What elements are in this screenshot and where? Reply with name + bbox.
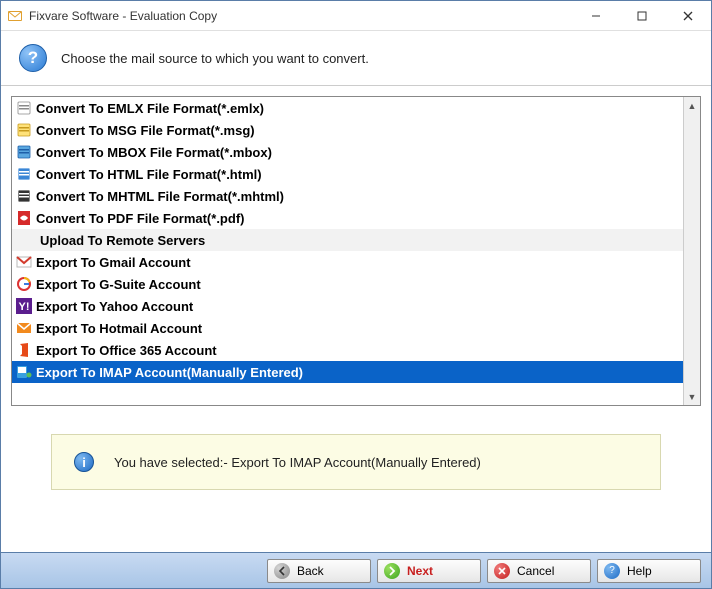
svg-text:Y!: Y! bbox=[19, 301, 30, 313]
list-item-msg[interactable]: Convert To MSG File Format(*.msg) bbox=[12, 119, 683, 141]
list-item-label: Convert To PDF File Format(*.pdf) bbox=[36, 211, 244, 226]
list-item-emlx[interactable]: Convert To EMLX File Format(*.emlx) bbox=[12, 97, 683, 119]
list-item-gsuite[interactable]: Export To G-Suite Account bbox=[12, 273, 683, 295]
yahoo-icon: Y! bbox=[16, 298, 32, 314]
format-list-container: Convert To EMLX File Format(*.emlx) Conve… bbox=[11, 96, 701, 406]
maximize-button[interactable] bbox=[619, 1, 665, 30]
list-item-gmail[interactable]: Export To Gmail Account bbox=[12, 251, 683, 273]
format-list[interactable]: Convert To EMLX File Format(*.emlx) Conve… bbox=[12, 97, 683, 405]
close-button[interactable] bbox=[665, 1, 711, 30]
list-item-mbox[interactable]: Convert To MBOX File Format(*.mbox) bbox=[12, 141, 683, 163]
pdf-icon bbox=[16, 210, 32, 226]
list-item-label: Export To Gmail Account bbox=[36, 255, 191, 270]
o365-icon bbox=[16, 342, 32, 358]
list-item-label: Convert To HTML File Format(*.html) bbox=[36, 167, 262, 182]
list-item-label: Convert To MHTML File Format(*.mhtml) bbox=[36, 189, 284, 204]
list-item-hotmail[interactable]: Export To Hotmail Account bbox=[12, 317, 683, 339]
cancel-label: Cancel bbox=[517, 564, 554, 578]
next-label: Next bbox=[407, 564, 433, 578]
mhtml-icon bbox=[16, 188, 32, 204]
html-icon bbox=[16, 166, 32, 182]
list-item-label: Export To Yahoo Account bbox=[36, 299, 193, 314]
list-item-label: Export To G-Suite Account bbox=[36, 277, 201, 292]
help-button[interactable]: ? Help bbox=[597, 559, 701, 583]
status-prefix: You have selected:- bbox=[114, 455, 231, 470]
scroll-down-icon[interactable]: ▼ bbox=[686, 390, 699, 403]
window-controls bbox=[573, 1, 711, 30]
next-button[interactable]: Next bbox=[377, 559, 481, 583]
scroll-up-icon[interactable]: ▲ bbox=[686, 99, 699, 112]
list-item-label: Export To Hotmail Account bbox=[36, 321, 202, 336]
titlebar: Fixvare Software - Evaluation Copy bbox=[1, 1, 711, 31]
help-label: Help bbox=[627, 564, 652, 578]
next-arrow-icon bbox=[384, 563, 400, 579]
app-window: Fixvare Software - Evaluation Copy ? Cho… bbox=[0, 0, 712, 589]
back-arrow-icon bbox=[274, 563, 290, 579]
cancel-x-icon bbox=[494, 563, 510, 579]
list-item-label: Convert To EMLX File Format(*.emlx) bbox=[36, 101, 264, 116]
list-item-html[interactable]: Convert To HTML File Format(*.html) bbox=[12, 163, 683, 185]
instruction-text: Choose the mail source to which you want… bbox=[61, 51, 369, 66]
instruction-bar: ? Choose the mail source to which you wa… bbox=[1, 31, 711, 85]
cancel-button[interactable]: Cancel bbox=[487, 559, 591, 583]
question-icon: ? bbox=[19, 44, 47, 72]
window-title: Fixvare Software - Evaluation Copy bbox=[29, 9, 573, 23]
list-item-mhtml[interactable]: Convert To MHTML File Format(*.mhtml) bbox=[12, 185, 683, 207]
list-item-yahoo[interactable]: Y! Export To Yahoo Account bbox=[12, 295, 683, 317]
list-item-label: Convert To MBOX File Format(*.mbox) bbox=[36, 145, 272, 160]
emlx-icon bbox=[16, 100, 32, 116]
back-button[interactable]: Back bbox=[267, 559, 371, 583]
list-item-label: Convert To MSG File Format(*.msg) bbox=[36, 123, 255, 138]
status-box: i You have selected:- Export To IMAP Acc… bbox=[51, 434, 661, 490]
gsuite-icon bbox=[16, 276, 32, 292]
list-item-pdf[interactable]: Convert To PDF File Format(*.pdf) bbox=[12, 207, 683, 229]
list-item-o365[interactable]: Export To Office 365 Account bbox=[12, 339, 683, 361]
info-icon: i bbox=[74, 452, 94, 472]
hotmail-icon bbox=[16, 320, 32, 336]
imap-icon bbox=[16, 364, 32, 380]
list-item-imap[interactable]: Export To IMAP Account(Manually Entered) bbox=[12, 361, 683, 383]
status-text: You have selected:- Export To IMAP Accou… bbox=[114, 455, 481, 470]
msg-icon bbox=[16, 122, 32, 138]
main-panel: Convert To EMLX File Format(*.emlx) Conve… bbox=[1, 86, 711, 552]
minimize-button[interactable] bbox=[573, 1, 619, 30]
gmail-icon bbox=[16, 254, 32, 270]
list-item-label: Export To Office 365 Account bbox=[36, 343, 217, 358]
help-q-icon: ? bbox=[604, 563, 620, 579]
section-header-label: Upload To Remote Servers bbox=[40, 233, 205, 248]
back-label: Back bbox=[297, 564, 324, 578]
list-item-label: Export To IMAP Account(Manually Entered) bbox=[36, 365, 303, 380]
scrollbar[interactable]: ▲ ▼ bbox=[683, 97, 700, 405]
bottom-bar: Back Next Cancel ? Help bbox=[1, 552, 711, 588]
app-icon bbox=[7, 8, 23, 24]
status-value: Export To IMAP Account(Manually Entered) bbox=[231, 455, 481, 470]
mbox-icon bbox=[16, 144, 32, 160]
list-section-header: Upload To Remote Servers bbox=[12, 229, 683, 251]
